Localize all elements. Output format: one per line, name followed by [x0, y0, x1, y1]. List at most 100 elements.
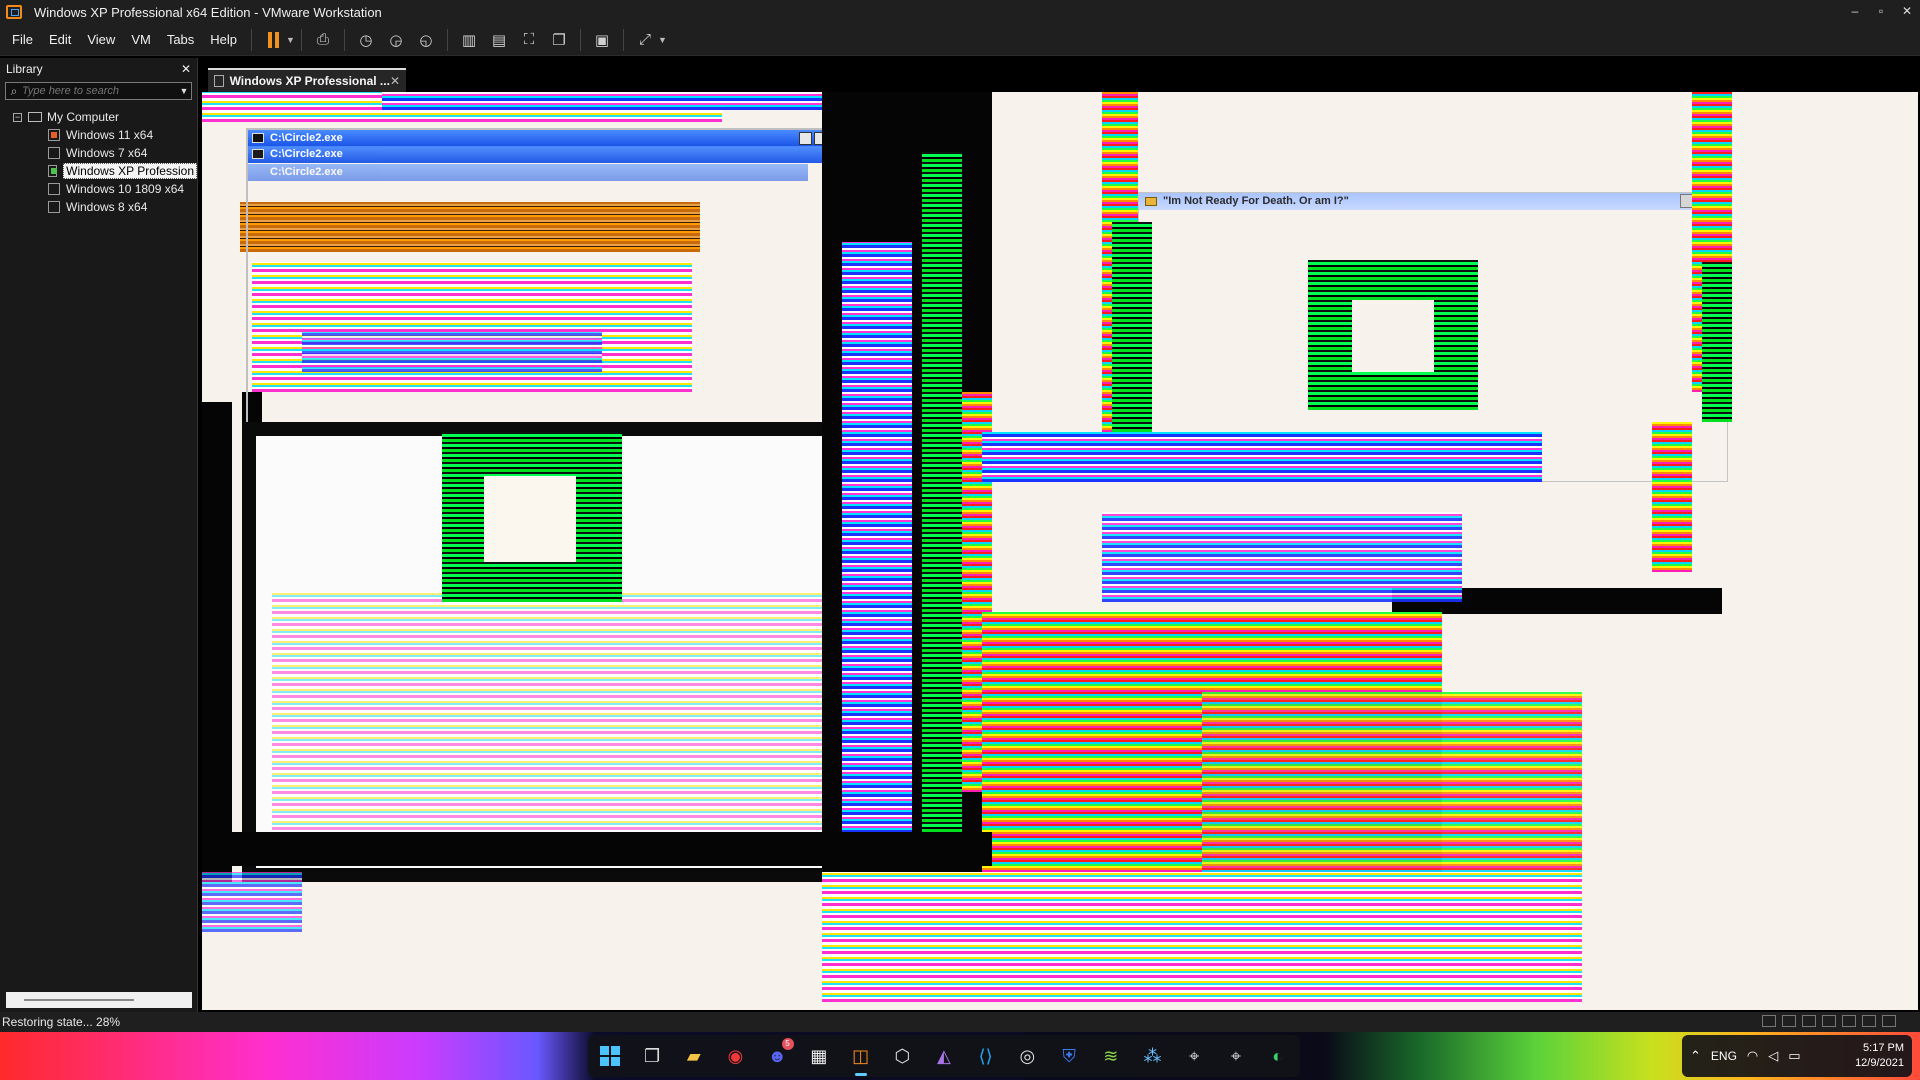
menu-tabs[interactable]: Tabs [159, 32, 202, 47]
guest-window-circle2[interactable]: C:\Circle2.exe C:\Circle2.exe C:\Circle2… [246, 128, 846, 438]
send-ctrl-alt-del-button[interactable]: ⎙ [310, 28, 336, 52]
search-icon: ⌕ [10, 83, 18, 98]
tree-root-my-computer[interactable]: − My Computer [0, 108, 197, 126]
edge-browser-button[interactable]: ◐ [1263, 1041, 1292, 1071]
snapshot-button[interactable]: ◷ [353, 28, 379, 52]
vmware-app-icon [6, 5, 22, 19]
send-ctrl-alt-del-icon: ⎙ [316, 31, 329, 48]
task-view-icon: ❐ [643, 1045, 661, 1066]
close-button[interactable]: ✕ [1894, 0, 1920, 24]
bitwarden-button[interactable]: ⛨ [1055, 1041, 1084, 1071]
maximize-button[interactable]: ▫ [1868, 0, 1894, 24]
volume-icon[interactable]: ◁ [1768, 1048, 1778, 1064]
taskbar-apps: ❐ ▰ ◉ ☻ 5 ▦ ◫ ⬡ ◭ ⟨⟩ ◎ ⛨ ≋ ⁂ ⌖ ⌖ ◐ [588, 1035, 1300, 1077]
tree-item-windows-8[interactable]: Windows 8 x64 [0, 198, 197, 216]
minimize-button[interactable]: – [1842, 0, 1868, 24]
vs-code-icon: ⟨⟩ [978, 1045, 993, 1066]
message-app-icon [1145, 197, 1157, 206]
hard-disk-icon[interactable] [1762, 1015, 1776, 1027]
battery-icon[interactable]: ▭ [1788, 1048, 1800, 1064]
menu-edit[interactable]: Edit [41, 32, 79, 47]
snapshot-manager-button[interactable]: ◵ [413, 28, 439, 52]
toolbar-separator [251, 28, 253, 51]
vmware-workstation-button[interactable]: ◫ [846, 1041, 875, 1076]
snapshot-manager-icon: ◵ [419, 31, 433, 49]
glitch-noise [922, 152, 962, 832]
search-dropdown-icon[interactable]: ▼ [177, 86, 191, 96]
library-close-button[interactable]: ✕ [181, 62, 191, 76]
clock[interactable]: 5:17 PM 12/9/2021 [1855, 1041, 1904, 1071]
device-status-icons [1762, 1015, 1896, 1027]
visual-studio-button[interactable]: ◭ [930, 1041, 959, 1071]
title-bar: Windows XP Professional x64 Edition - VM… [0, 0, 1920, 24]
sound-card-icon[interactable] [1842, 1015, 1856, 1027]
stretch-guest-button[interactable]: ⤢ [632, 28, 658, 52]
thumbnail-bar-button[interactable]: ▤ [486, 28, 512, 52]
vivaldi-browser-button[interactable]: ◉ [721, 1041, 750, 1071]
task-view-button[interactable]: ❐ [638, 1041, 667, 1071]
library-horizontal-scrollbar[interactable] [6, 992, 192, 1008]
printer-icon[interactable] [1822, 1015, 1836, 1027]
vm-icon [48, 201, 60, 213]
glitch-noise [842, 242, 912, 842]
start-button[interactable] [596, 1041, 625, 1071]
3d-viewer-button[interactable]: ⬡ [888, 1041, 917, 1071]
glitch-noise [202, 872, 302, 932]
console-view-button[interactable]: ▣ [589, 28, 615, 52]
show-library-icon: ▥ [461, 31, 477, 49]
message-log-icon[interactable] [1882, 1015, 1896, 1027]
show-library-button[interactable]: ▥ [456, 28, 482, 52]
glitch-noise [822, 872, 1582, 1002]
vm-icon [48, 147, 60, 159]
console-view-icon: ▣ [594, 31, 610, 49]
language-indicator[interactable]: ENG [1711, 1049, 1737, 1063]
app-launcher-button[interactable]: ⁂ [1138, 1041, 1167, 1071]
vs-code-button[interactable]: ⟨⟩ [971, 1041, 1000, 1071]
pause-button[interactable] [260, 28, 286, 52]
obs-button[interactable]: ◎ [1013, 1041, 1042, 1071]
system-tray: ⌃ ENG ◠ ◁ ▭ 5:17 PM 12/9/2021 [1682, 1035, 1912, 1077]
menu-view[interactable]: View [79, 32, 123, 47]
guest-console-screen[interactable]: C:\Circle2.exe C:\Circle2.exe C:\Circle2… [202, 92, 1918, 1010]
file-explorer-button[interactable]: ▰ [679, 1041, 708, 1071]
glitch-noise [1702, 262, 1732, 422]
menu-file[interactable]: File [4, 32, 41, 47]
revert-snapshot-button[interactable]: ◶ [383, 28, 409, 52]
menu-vm[interactable]: VM [123, 32, 159, 47]
obs-icon: ◎ [1019, 1045, 1036, 1066]
power-dropdown-icon[interactable]: ▼ [286, 35, 295, 45]
tree-item-windows-7[interactable]: Windows 7 x64 [0, 144, 197, 162]
tree-item-label: Windows XP Profession [63, 163, 197, 179]
library-search-input[interactable] [22, 85, 177, 97]
display-icon[interactable] [1862, 1015, 1876, 1027]
tab-close-button[interactable]: ✕ [390, 74, 400, 88]
full-screen-button[interactable]: ⛶ [516, 28, 542, 52]
glitch-noise [1112, 222, 1152, 462]
visual-studio-icon: ◭ [937, 1045, 951, 1066]
guest-window-titlebar[interactable]: C:\Circle2.exe [248, 130, 844, 147]
network-adapter-icon[interactable] [1802, 1015, 1816, 1027]
library-search: ⌕ ▼ [5, 82, 192, 100]
stretch-dropdown-icon[interactable]: ▼ [658, 35, 667, 45]
discord-button[interactable]: ☻ 5 [763, 1038, 794, 1071]
collapse-icon[interactable]: − [13, 112, 22, 122]
wifi-icon[interactable]: ◠ [1747, 1048, 1758, 1064]
guest-window-title-dup: C:\Circle2.exe [270, 148, 343, 160]
controller-app-2-button[interactable]: ⌖ [1222, 1041, 1251, 1071]
guest-minimize-button[interactable] [799, 132, 812, 145]
message-box-titlebar[interactable]: "Im Not Ready For Death. Or am I?" [1139, 193, 1727, 210]
chevron-up-icon[interactable]: ⌃ [1690, 1048, 1701, 1064]
layers-app-button[interactable]: ≋ [1096, 1041, 1125, 1071]
tree-item-windows-xp[interactable]: Windows XP Profession [0, 162, 197, 180]
controller-app-button[interactable]: ⌖ [1180, 1041, 1209, 1071]
unity-button[interactable]: ❐ [546, 28, 572, 52]
menu-help[interactable]: Help [202, 32, 245, 47]
tree-item-windows-11[interactable]: Windows 11 x64 [0, 126, 197, 144]
tree-item-windows-10[interactable]: Windows 10 1809 x64 [0, 180, 197, 198]
vmware-icon: ◫ [852, 1045, 870, 1066]
cd-drive-icon[interactable] [1782, 1015, 1796, 1027]
glitch-noise [982, 432, 1542, 482]
microsoft-store-button[interactable]: ▦ [805, 1041, 834, 1071]
vm-icon [48, 183, 60, 195]
tab-windows-xp[interactable]: Windows XP Professional ... ✕ [208, 68, 406, 92]
